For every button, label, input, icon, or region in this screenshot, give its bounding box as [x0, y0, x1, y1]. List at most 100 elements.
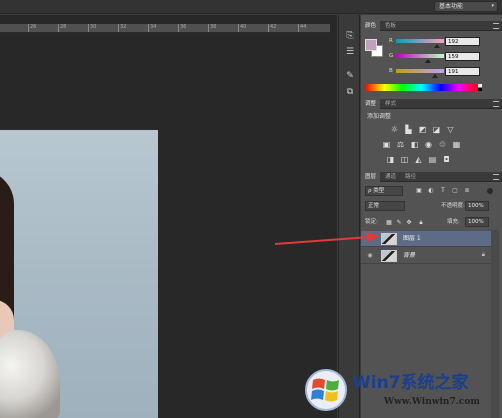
selective-color-icon[interactable]: ▦: [451, 139, 462, 150]
ruler-tick: 30: [88, 24, 96, 32]
panels-column: 颜色 色板 R 192 G 159 B 191 调整 样式 添加调整 ☼ ▙ ◩…: [361, 15, 502, 418]
watermark-title: Win7系统之家: [352, 373, 469, 393]
properties-icon[interactable]: ☰: [343, 45, 357, 59]
brightness-icon[interactable]: ☼: [389, 124, 400, 135]
blue-slider-knob[interactable]: [432, 74, 438, 78]
type-filter-icon[interactable]: T: [439, 187, 447, 195]
horizontal-ruler[interactable]: 26 28 30 32 34 36 38 40 42 44: [0, 24, 330, 33]
invert-icon[interactable]: ◨: [385, 154, 396, 165]
adjustment-row-1: ☼ ▙ ◩ ◪ ▽: [389, 124, 456, 135]
adjustment-row-2: ▣ ⚖ ◧ ◉ ♲ ▦: [381, 139, 462, 150]
panel-menu-icon[interactable]: [493, 23, 499, 29]
fill-label: 填充:: [447, 219, 460, 225]
shape-filter-icon[interactable]: ▢: [451, 187, 459, 195]
fill-value: 100%: [468, 219, 484, 225]
blue-value-field[interactable]: 191: [445, 67, 480, 76]
adjustment-filter-icon[interactable]: ◐: [427, 187, 435, 195]
tab-swatches[interactable]: 色板: [381, 21, 400, 31]
ruler-tick: 36: [178, 24, 186, 32]
blend-mode-select[interactable]: 正常: [365, 201, 405, 211]
lock-position-icon[interactable]: ✥: [405, 219, 413, 227]
tab-layers[interactable]: 图层: [361, 172, 381, 182]
opacity-label: 不透明度:: [441, 203, 465, 209]
arrow-head: [366, 232, 380, 242]
ruler-tick: 28: [58, 24, 66, 32]
lock-all-icon[interactable]: 🔒︎: [417, 219, 425, 227]
ruler-tick: 40: [238, 24, 246, 32]
gradient-triangle-icon[interactable]: ▽: [445, 124, 456, 135]
smart-object-filter-icon[interactable]: ⧈: [463, 187, 471, 195]
red-value-field[interactable]: 192: [445, 37, 480, 46]
tab-styles[interactable]: 样式: [381, 99, 400, 109]
tab-channels[interactable]: 通道: [381, 172, 400, 182]
foreground-color-swatch[interactable]: [365, 39, 377, 51]
layer-lock-icon: 🔒︎: [481, 251, 485, 258]
red-slider-knob[interactable]: [434, 44, 440, 48]
chevron-down-icon: ▾: [491, 3, 494, 9]
slider-label-r: R: [389, 38, 393, 44]
panel-dock-strip: ⎘ ☰ ✎ ⧉: [338, 15, 360, 418]
levels-icon[interactable]: ▙: [403, 124, 414, 135]
history-icon[interactable]: ⎘: [343, 29, 357, 43]
black-white-icon[interactable]: ◘: [441, 154, 452, 165]
workspace-label: 基本功能: [439, 3, 464, 10]
red-slider[interactable]: [396, 39, 444, 43]
gradient-map-icon[interactable]: ▤: [427, 154, 438, 165]
watermark-url: Www.Winwin7.com: [384, 397, 480, 407]
layer-filter-kind[interactable]: ρ 类型: [365, 186, 403, 196]
threshold-icon[interactable]: ◭: [413, 154, 424, 165]
canvas-photo[interactable]: [0, 130, 158, 418]
ruler-tick: 38: [208, 24, 216, 32]
adjustment-row-3: ◨ ◫ ◭ ▤ ◘: [385, 154, 452, 165]
lock-label: 锁定:: [365, 219, 378, 225]
workspace-switcher[interactable]: 基本功能 ▾: [434, 1, 498, 12]
filter-toggle[interactable]: [487, 188, 493, 194]
visibility-eye-icon[interactable]: ◉: [365, 251, 375, 261]
ruler-tick: 32: [118, 24, 126, 32]
panel-menu-icon[interactable]: [493, 101, 499, 107]
green-slider-knob[interactable]: [425, 59, 431, 63]
color-lookup-icon[interactable]: ♲: [437, 139, 448, 150]
red-arrow-annotation: [274, 232, 380, 245]
layer-name[interactable]: 背景: [403, 248, 415, 264]
layer-name[interactable]: 图层 1: [403, 231, 421, 247]
pixel-filter-icon[interactable]: ▣: [415, 187, 423, 195]
ruler-tick: 44: [298, 24, 306, 32]
lock-image-icon[interactable]: ✎: [395, 219, 403, 227]
fill-field[interactable]: 100%: [465, 217, 489, 227]
photo-filter-icon[interactable]: ◉: [423, 139, 434, 150]
balance-icon[interactable]: ⚖: [395, 139, 406, 150]
ruler-tick: 42: [268, 24, 276, 32]
tab-color[interactable]: 颜色: [361, 21, 381, 31]
adjustments-panel-tabs: 调整 样式: [361, 99, 502, 109]
vibrance-icon[interactable]: ▣: [381, 139, 392, 150]
ruler-tick: 26: [28, 24, 36, 32]
layer-thumbnail: [381, 250, 397, 262]
lock-transparent-icon[interactable]: ▦: [385, 219, 393, 227]
black-white-strip[interactable]: [478, 84, 482, 91]
brush-preset-icon[interactable]: ✎: [343, 69, 357, 83]
tab-paths[interactable]: 路径: [401, 172, 420, 182]
layers-panel-tabs: 图层 通道 路径: [361, 172, 502, 182]
opacity-field[interactable]: 100%: [465, 201, 489, 211]
panel-menu-icon[interactable]: [493, 174, 499, 180]
windows-logo-icon: [305, 369, 347, 411]
clone-source-icon[interactable]: ⧉: [343, 85, 357, 99]
layer-row-background[interactable]: ◉ 背景 🔒︎: [361, 248, 491, 264]
posterize-icon[interactable]: ◫: [399, 154, 410, 165]
add-adjustment-title: 添加调整: [367, 113, 392, 120]
ruler-tick: 34: [148, 24, 156, 32]
slider-label-g: G: [389, 53, 394, 59]
green-value-field[interactable]: 159: [445, 52, 480, 61]
green-slider[interactable]: [396, 54, 444, 58]
slider-label-b: B: [389, 68, 393, 74]
channel-mixer-icon[interactable]: ◧: [409, 139, 420, 150]
color-spectrum-bar[interactable]: [365, 84, 478, 91]
watermark: Win7系统之家 Www.Winwin7.com: [300, 364, 500, 418]
filter-kind-label: ρ 类型: [368, 188, 385, 194]
exposure-icon[interactable]: ◪: [431, 124, 442, 135]
blue-slider[interactable]: [396, 69, 444, 73]
tab-adjustments[interactable]: 调整: [361, 99, 381, 109]
curves-icon[interactable]: ◩: [417, 124, 428, 135]
opacity-value: 100%: [468, 203, 484, 209]
